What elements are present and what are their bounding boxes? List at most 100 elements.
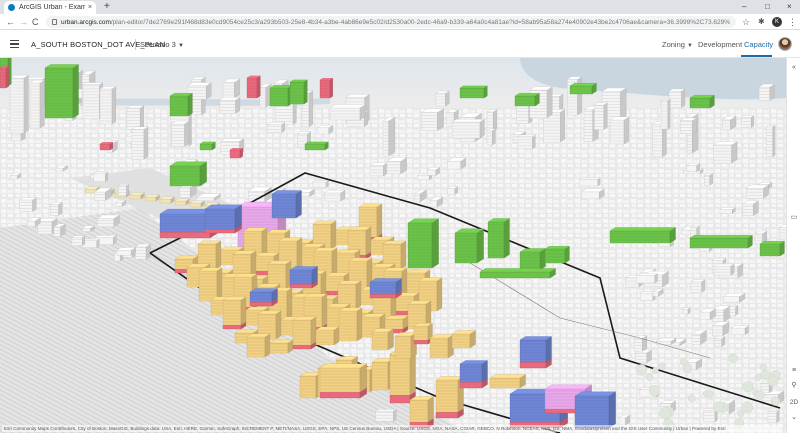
building-front-face [56, 168, 63, 171]
bookmark-star-icon[interactable]: ☆ [742, 16, 750, 28]
back-button[interactable]: ← [6, 16, 15, 28]
more-tools-icon[interactable]: ⌄ [787, 413, 800, 423]
browser-tab[interactable]: ArcGIS Urban - Example Boston × [4, 1, 96, 14]
context-building [50, 202, 62, 215]
context-building [83, 83, 103, 119]
building-roof [205, 205, 242, 209]
building-side-face [40, 80, 44, 128]
building-front-face [640, 293, 653, 301]
reload-button[interactable]: C [32, 16, 39, 28]
building-side-face [297, 238, 302, 271]
approved-building [570, 83, 596, 94]
address-bar[interactable]: urban.arcgis.com /plan-editor/7de2769e29… [46, 16, 736, 28]
hamburger-menu-icon[interactable] [10, 40, 19, 48]
building-front-face [116, 203, 123, 207]
browser-profile-avatar[interactable]: K [772, 17, 782, 27]
building-front-face [83, 85, 99, 119]
forward-button[interactable]: → [19, 16, 28, 28]
building-front-face [515, 96, 535, 106]
context-building [680, 118, 696, 133]
close-window-button[interactable]: × [787, 1, 792, 13]
building-front-face [427, 170, 435, 176]
building-front-face [293, 320, 311, 345]
building-front-face [570, 86, 592, 94]
tab-close-icon[interactable]: × [88, 4, 92, 11]
context-building [661, 99, 670, 129]
view-mode-2d-button[interactable]: 2D [787, 398, 800, 408]
building-front-face [741, 117, 751, 127]
tab-title: ArcGIS Urban - Example Boston [19, 4, 85, 11]
tower [452, 119, 484, 138]
approved-building [460, 86, 487, 98]
building-side-face [304, 80, 307, 104]
building-side-face [287, 288, 292, 321]
building-roof [313, 181, 328, 182]
building-front-face [300, 376, 316, 398]
context-building [582, 189, 605, 199]
context-building [487, 110, 497, 131]
zoning-dropdown[interactable]: Zoning ▼ [662, 40, 693, 49]
maximize-button[interactable]: □ [765, 1, 770, 13]
tab-development[interactable]: Development [698, 40, 742, 49]
building-front-face [305, 144, 325, 150]
context-building [19, 198, 36, 212]
browser-menu-icon[interactable]: ⋮ [788, 16, 797, 28]
extensions-puzzle-icon[interactable]: ✱ [758, 17, 767, 26]
tower [610, 117, 629, 144]
building-front-face [324, 193, 340, 201]
building-front-face [10, 78, 24, 133]
tower [330, 105, 366, 121]
building-front-face [704, 410, 715, 422]
building-front-face [45, 68, 73, 118]
zoning-label: Zoning [662, 40, 685, 49]
building-side-face [360, 364, 367, 392]
context-building [636, 273, 657, 283]
context-building [766, 125, 775, 156]
minimize-button[interactable]: – [742, 1, 746, 13]
building-front-face [135, 247, 146, 259]
feedback-icon[interactable]: ▭ [787, 213, 800, 223]
tab-capacity[interactable]: Capacity [744, 40, 773, 49]
building-front-face [196, 198, 214, 201]
building-front-face [180, 188, 190, 198]
building-side-face [546, 337, 552, 363]
approved-building [520, 249, 546, 271]
building-side-face [216, 241, 221, 269]
user-avatar[interactable] [778, 37, 792, 51]
building-side-face [144, 127, 148, 160]
building-roof [545, 385, 592, 389]
building-side-face [668, 99, 670, 129]
context-building [579, 178, 600, 186]
context-building [117, 248, 136, 256]
context-building [260, 84, 271, 107]
building-side-face [493, 110, 497, 131]
scene-canvas[interactable] [0, 58, 786, 433]
mixed-use-building [436, 377, 464, 419]
tree [688, 395, 695, 402]
building-side-face [401, 241, 406, 269]
building-side-face [311, 317, 316, 345]
3d-map-view[interactable] [0, 58, 786, 433]
office-tower [575, 392, 616, 428]
context-building [94, 172, 108, 182]
building-front-face [415, 194, 420, 202]
new-tab-button[interactable]: + [104, 1, 110, 13]
approved-building [408, 219, 439, 268]
url-host: urban.arcgis.com [61, 19, 111, 26]
collapse-panel-icon[interactable]: « [787, 63, 800, 73]
building-front-face [635, 353, 647, 363]
building-front-face [171, 124, 184, 146]
layers-icon[interactable]: ≡ [787, 366, 800, 376]
building-front-face [250, 302, 272, 306]
context-building [132, 127, 148, 160]
scenario-dropdown[interactable]: Scenario 3 ▼ [140, 40, 184, 49]
building-front-face [669, 91, 682, 107]
measure-icon[interactable]: ⚲ [787, 381, 800, 391]
building-front-face [692, 334, 701, 344]
building-front-face [370, 294, 396, 298]
residential-building [452, 331, 476, 349]
building-side-face [736, 305, 738, 315]
building-roof [45, 65, 79, 69]
building-front-face [320, 392, 360, 398]
building-roof [272, 191, 302, 195]
